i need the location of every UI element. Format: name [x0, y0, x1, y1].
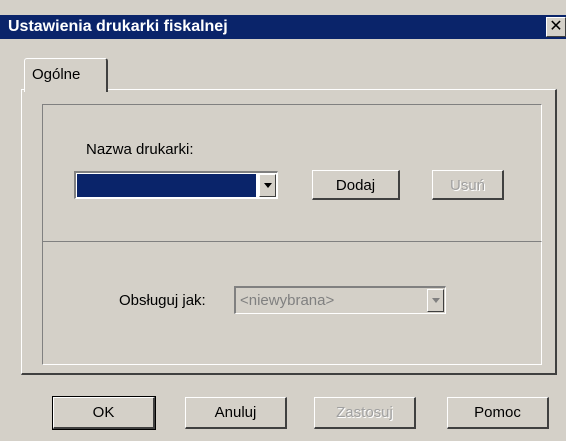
chevron-down-icon[interactable] — [427, 289, 444, 312]
tab-general-label: Ogólne — [32, 66, 81, 83]
ok-button[interactable]: OK — [52, 396, 156, 430]
printer-name-label: Nazwa drukarki: — [86, 141, 194, 158]
apply-button[interactable]: Zastosuj — [314, 397, 416, 429]
printer-settings-dialog: Ustawienia drukarki fiskalnej ✕ Ogólne N… — [0, 0, 566, 441]
printer-name-value — [77, 174, 256, 197]
title-bar[interactable]: Ustawienia drukarki fiskalnej ✕ — [0, 15, 566, 39]
window-title: Ustawienia drukarki fiskalnej — [8, 18, 228, 35]
handle-as-select[interactable]: <niewybrana> — [234, 286, 446, 314]
handle-as-label: Obsługuj jak: — [119, 292, 206, 309]
chevron-down-icon[interactable] — [259, 174, 276, 197]
remove-button[interactable]: Usuń — [432, 170, 504, 200]
handle-as-value: <niewybrana> — [240, 292, 335, 309]
cancel-button[interactable]: Anuluj — [185, 397, 287, 429]
help-button[interactable]: Pomoc — [447, 397, 549, 429]
add-button[interactable]: Dodaj — [312, 170, 400, 200]
printer-name-select[interactable] — [74, 171, 278, 199]
tab-panel-general: Nazwa drukarki: Dodaj Usuń Obsługuj jak:… — [21, 89, 557, 375]
close-icon: ✕ — [549, 18, 563, 35]
tab-general[interactable]: Ogólne — [24, 58, 108, 92]
close-button[interactable]: ✕ — [546, 17, 566, 37]
